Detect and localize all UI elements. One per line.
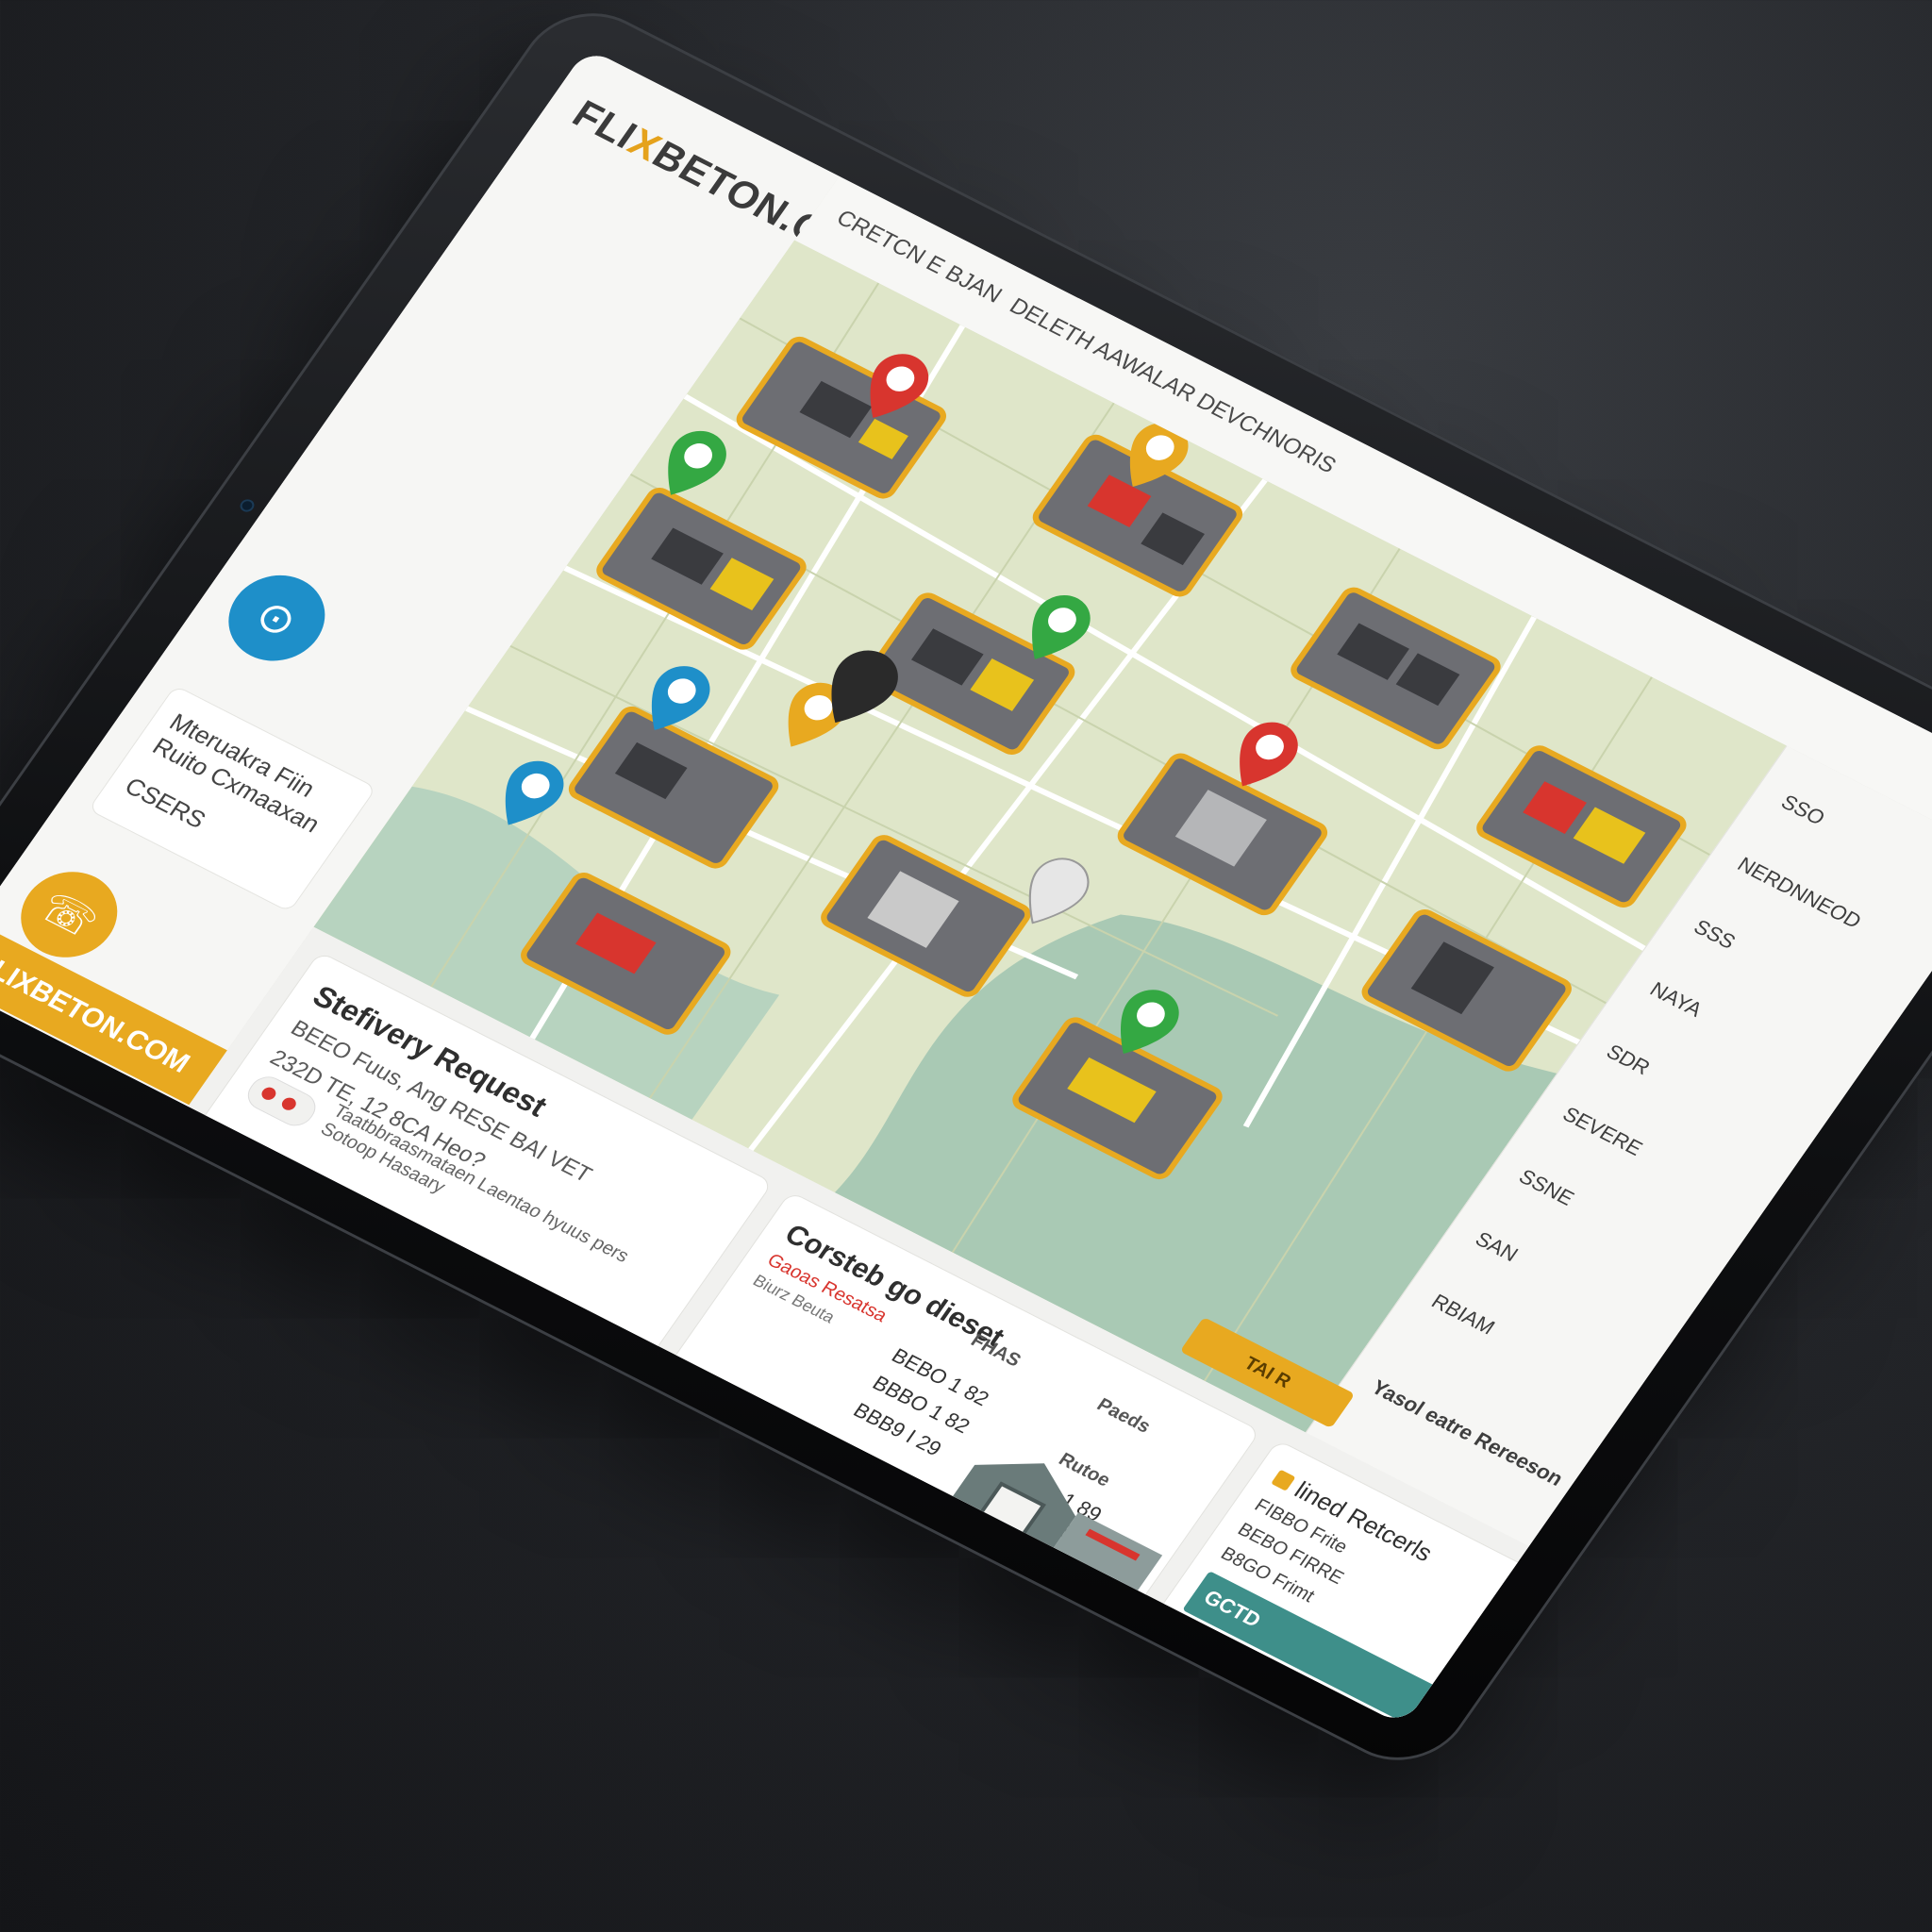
- site-list-item[interactable]: SDR: [1602, 1040, 1655, 1080]
- tablet-device: FLIXBETON.COM ⊙ Mteruakra Fiin Ruito Cxm…: [0, 0, 1932, 1783]
- site-list-item[interactable]: SEVERE: [1557, 1102, 1647, 1160]
- camera-lens: [237, 496, 258, 514]
- fleet-summary-card[interactable]: Mteruakra Fiin Ruito Cxmaaxan CSERS: [88, 685, 377, 913]
- site-list-item[interactable]: NAYA: [1645, 977, 1707, 1022]
- location-fab-button[interactable]: ⊙: [209, 559, 343, 676]
- toggle-dot: [258, 1085, 279, 1103]
- reports-icon: [1271, 1469, 1296, 1491]
- phone-icon: ☏: [30, 881, 108, 948]
- site-list-item[interactable]: SSNE: [1514, 1165, 1579, 1211]
- location-icon: ⊙: [246, 589, 308, 647]
- app-screen: FLIXBETON.COM ⊙ Mteruakra Fiin Ruito Cxm…: [0, 47, 1932, 1726]
- panel-title: Yasol eatre Rereeson: [1367, 1374, 1568, 1491]
- site-list-item[interactable]: SSS: [1689, 915, 1740, 954]
- site-list-item[interactable]: RBIAM: [1426, 1290, 1500, 1340]
- brand-banner[interactable]: FLIXBETON.COM: [0, 922, 227, 1106]
- toggle-dot: [279, 1095, 299, 1113]
- site-list-item[interactable]: SAN: [1471, 1227, 1523, 1267]
- tablet-bezel: FLIXBETON.COM ⊙ Mteruakra Fiin Ruito Cxm…: [0, 0, 1932, 1783]
- site-list-item[interactable]: NERDNNEOD: [1733, 853, 1866, 934]
- site-list-item[interactable]: SSO: [1776, 791, 1830, 831]
